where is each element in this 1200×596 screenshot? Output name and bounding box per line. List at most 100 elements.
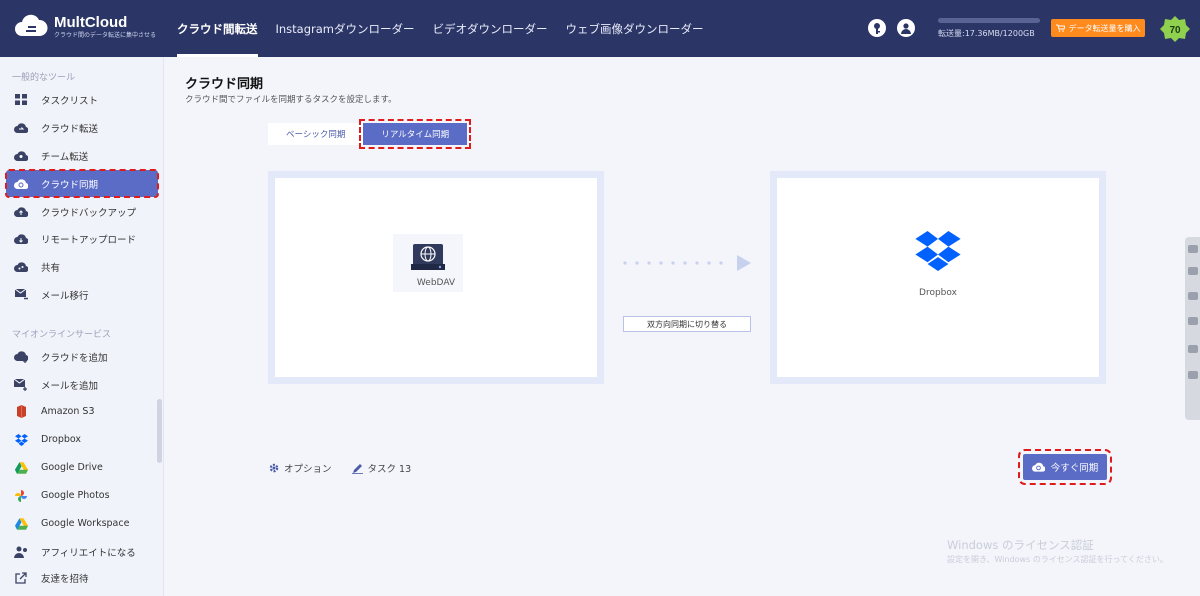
target-panel[interactable]: Dropbox	[770, 171, 1106, 384]
cart-icon	[1055, 24, 1065, 32]
buy-traffic-label: データ転送量を購入	[1068, 23, 1141, 33]
cloud-sync-button-icon	[1031, 462, 1045, 472]
top-header: MultCloud クラウド間のデータ転送に集中させる クラウド間転送 Inst…	[0, 0, 1200, 57]
tab-realtime-sync[interactable]: リアルタイム同期	[359, 119, 472, 149]
google-photos-icon	[14, 489, 28, 503]
dropbox-icon	[14, 433, 28, 447]
nav-web-image-downloader[interactable]: ウェブ画像ダウンローダー	[557, 0, 713, 57]
target-panel-inner[interactable]: Dropbox	[777, 178, 1099, 377]
main-content: クラウド同期 クラウド間でファイルを同期するタスクを設定します。 ベーシック同期…	[165, 57, 1200, 596]
remote-upload-icon	[14, 232, 28, 246]
sidebar-item-label: クラウドバックアップ	[41, 207, 137, 219]
sidebar-item-label: リモートアップロード	[41, 234, 137, 246]
sidebar-item-team-transfer[interactable]: チーム転送	[6, 142, 158, 169]
multcloud-logo-icon	[15, 14, 48, 36]
sync-direction-arrow-icon	[623, 255, 751, 271]
sidebar-item-label: メール移行	[41, 290, 89, 302]
windows-activation-text: 設定を開き、Windows のライセンス認証を行ってください。	[947, 555, 1168, 564]
pencil-icon	[351, 463, 363, 474]
task-name-button[interactable]: タスク 13	[351, 461, 412, 475]
task-list-icon	[14, 93, 28, 107]
sidebar-item-cloud-backup[interactable]: クラウドバックアップ	[6, 198, 158, 225]
windows-activation-title: Windows のライセンス認証	[947, 538, 1094, 552]
traffic-meter: 転送量:17.36MB/1200GB	[938, 18, 1040, 39]
key-icon[interactable]	[868, 19, 886, 37]
invite-icon	[14, 571, 28, 585]
sidebar-item-google-drive[interactable]: Google Drive	[6, 454, 158, 481]
vip-badge-text: 70	[1169, 25, 1181, 36]
sidebar-item-label: Google Workspace	[41, 518, 130, 529]
sidebar-item-amazon-s3[interactable]: Amazon S3	[6, 398, 158, 425]
logo[interactable]: MultCloud クラウド間のデータ転送に集中させる	[14, 12, 156, 42]
sidebar-item-label: メールを追加	[41, 380, 99, 392]
task-options-bar: オプション タスク 13	[269, 461, 431, 475]
sidebar-item-label: クラウドを追加	[41, 352, 108, 364]
task-name-label: タスク 13	[367, 464, 412, 475]
team-transfer-icon	[14, 149, 28, 163]
sync-now-button[interactable]: 今すぐ同期	[1018, 449, 1112, 485]
sidebar-item-label: Google Photos	[41, 490, 110, 501]
sidebar-item-cloud-transfer[interactable]: クラウド転送	[6, 114, 158, 141]
side-dock[interactable]	[1185, 237, 1200, 420]
sidebar-item-label: Google Drive	[41, 462, 103, 473]
sidebar-item-cloud-sync[interactable]: クラウド同期	[5, 169, 159, 198]
logo-subtitle: クラウド間のデータ転送に集中させる	[54, 31, 157, 39]
dock-icon[interactable]	[1188, 345, 1198, 353]
sidebar-item-task-list[interactable]: タスクリスト	[6, 86, 158, 113]
sidebar-item-share[interactable]: 共有	[6, 253, 158, 280]
nav-cloud-transfer[interactable]: クラウド間転送	[168, 0, 267, 57]
sidebar-item-label: チーム転送	[41, 151, 89, 163]
sidebar-item-email-migration[interactable]: メール移行	[6, 281, 158, 308]
source-service-label: WebDAV	[416, 278, 456, 288]
sidebar-item-remote-upload[interactable]: リモートアップロード	[6, 225, 158, 252]
source-panel[interactable]: WebDAV	[268, 171, 604, 384]
dock-icon[interactable]	[1188, 317, 1198, 325]
switch-two-way-sync-button[interactable]: 双方向同期に切り替る	[623, 316, 751, 332]
google-workspace-icon	[14, 517, 28, 531]
sidebar-item-dropbox[interactable]: Dropbox	[6, 426, 158, 453]
sidebar-item-affiliate[interactable]: アフィリエイトになる	[6, 538, 158, 565]
sidebar-item-add-cloud[interactable]: クラウドを追加	[6, 343, 158, 370]
sidebar-item-invite-friends[interactable]: 友達を招待	[6, 564, 158, 591]
nav-instagram-downloader[interactable]: Instagramダウンローダー	[267, 0, 424, 57]
sidebar-item-label: Dropbox	[41, 434, 82, 445]
nav-video-downloader[interactable]: ビデオダウンローダー	[424, 0, 557, 57]
add-email-icon	[14, 378, 28, 392]
buy-traffic-button[interactable]: データ転送量を購入	[1051, 19, 1145, 37]
sidebar-item-label: タスクリスト	[41, 95, 99, 107]
email-migration-icon	[14, 288, 28, 302]
share-icon	[14, 260, 28, 274]
dropbox-logo-icon	[915, 231, 961, 271]
dock-icon[interactable]	[1188, 267, 1198, 275]
cloud-sync-icon	[14, 177, 28, 191]
main-nav: クラウド間転送 Instagramダウンローダー ビデオダウンローダー ウェブ画…	[168, 0, 713, 57]
traffic-progress-bar	[938, 18, 1040, 23]
cloud-transfer-icon	[14, 121, 28, 135]
sidebar-item-add-email[interactable]: メールを追加	[6, 371, 158, 398]
dock-icon[interactable]	[1188, 371, 1198, 379]
page-title: クラウド同期	[185, 77, 264, 92]
sidebar-item-label: クラウド同期	[41, 179, 99, 191]
sidebar-item-label: アフィリエイトになる	[41, 547, 136, 559]
vip-badge-icon[interactable]: 70	[1159, 15, 1191, 43]
dock-icon[interactable]	[1188, 292, 1198, 300]
traffic-text: 転送量:17.36MB/1200GB	[938, 29, 1035, 38]
affiliate-icon	[14, 545, 28, 559]
google-drive-icon	[14, 461, 28, 475]
sync-mode-tabs: ベーシック同期 リアルタイム同期	[268, 119, 472, 149]
sidebar-scrollbar[interactable]	[157, 399, 162, 463]
options-button[interactable]: オプション	[269, 461, 332, 475]
cloud-backup-icon	[14, 205, 28, 219]
dock-icon[interactable]	[1188, 245, 1198, 253]
amazon-s3-icon	[14, 405, 28, 419]
source-panel-inner[interactable]: WebDAV	[275, 178, 597, 377]
sidebar-item-google-photos[interactable]: Google Photos	[6, 482, 158, 509]
sidebar: 一般的なツール タスクリスト クラウド転送 チーム転送 クラウド同期 クラウドバ…	[0, 57, 164, 596]
logo-title: MultCloud	[54, 13, 128, 31]
tab-basic-sync[interactable]: ベーシック同期	[268, 123, 364, 145]
gear-icon	[269, 463, 279, 473]
sync-now-label: 今すぐ同期	[1050, 463, 1099, 474]
user-icon[interactable]	[897, 19, 915, 37]
sidebar-item-google-workspace[interactable]: Google Workspace	[6, 510, 158, 537]
target-service-label: Dropbox	[919, 288, 957, 298]
